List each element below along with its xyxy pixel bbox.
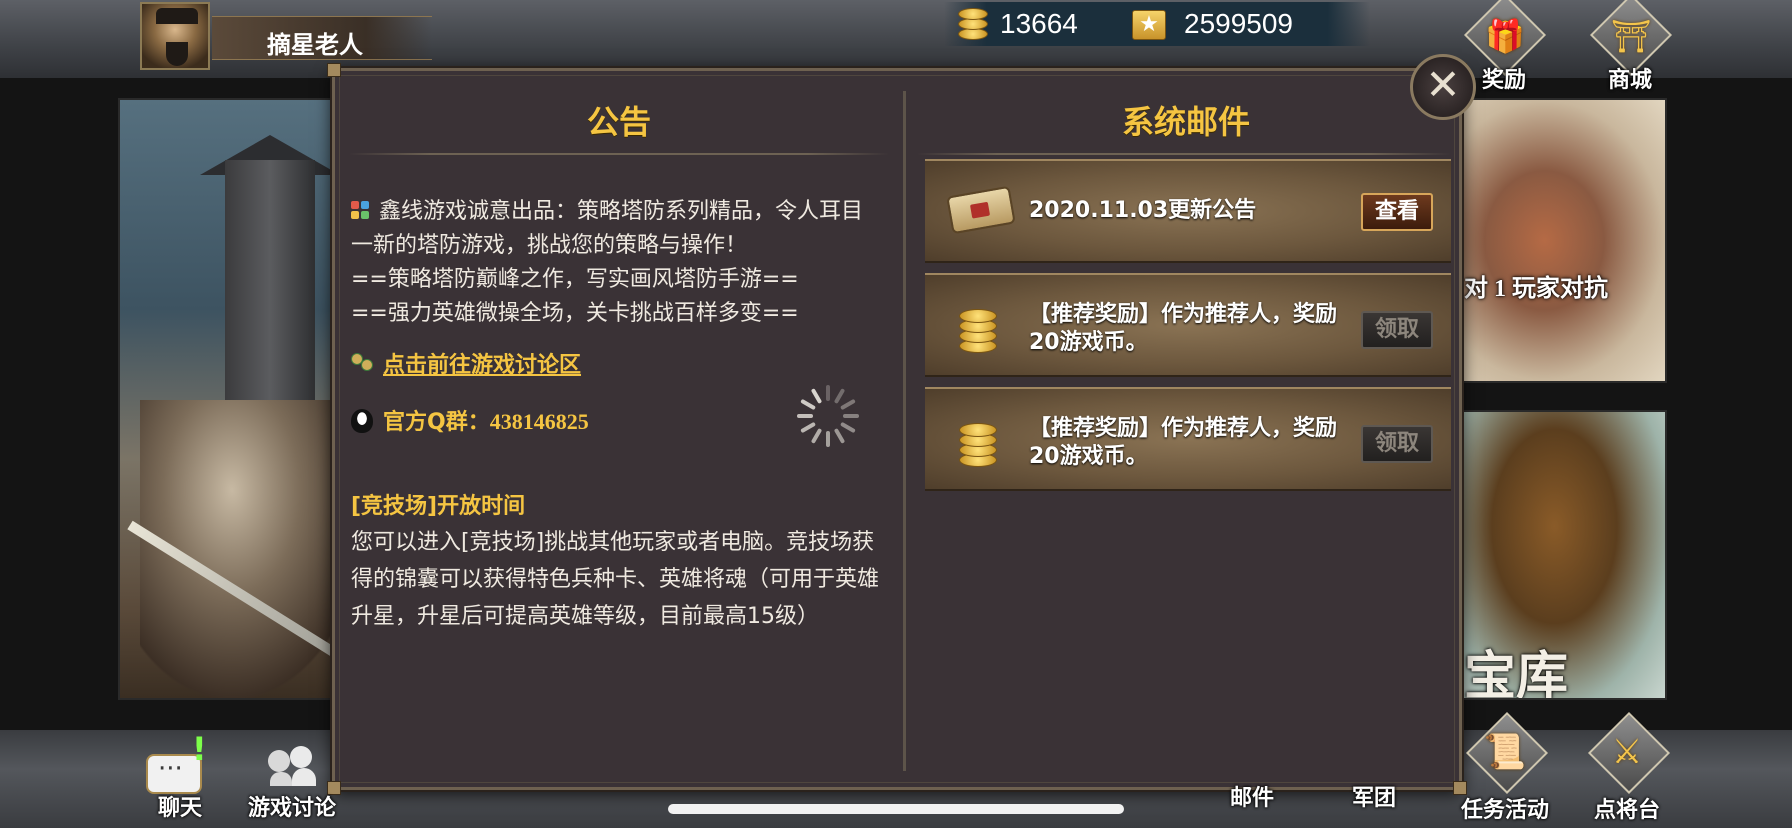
scroll-icon: [946, 185, 1016, 235]
shop-button[interactable]: ⛩ 商城: [1580, 0, 1680, 94]
claim-button[interactable]: 领取: [1361, 311, 1433, 349]
announcement-body[interactable]: 鑫线游戏诚意出品：策略塔防系列精品，令人耳目一新的塔防游戏，挑战您的策略与操作！…: [351, 195, 881, 761]
star-icon: ★: [1132, 10, 1166, 40]
coins-icon: [959, 301, 999, 357]
announcement-title: 公告: [586, 103, 651, 141]
pvp-banner[interactable]: 对 1 玩家对抗: [1462, 98, 1667, 383]
scroll-quest-icon: 📜: [1483, 732, 1527, 772]
arena-body: 您可以进入[竞技场]挑战其他玩家或者电脑。竞技场获得的锦囊可以获得特色兵种卡、英…: [351, 530, 880, 629]
mail-title: 系统邮件: [1121, 103, 1250, 141]
forum-people-icon: [351, 353, 375, 375]
spinner-tick: [797, 414, 813, 418]
guild-nav-button[interactable]: 军团: [1324, 780, 1424, 812]
sword-icon: ⚔: [1611, 732, 1643, 772]
announcement-line-2: ==强力英雄微操全场，关卡挑战百样多变==: [351, 301, 799, 326]
panel-divider: [903, 91, 906, 771]
guild-nav-label: 军团: [1351, 786, 1396, 811]
spinner-tick: [839, 398, 856, 411]
announcement-intro: 鑫线游戏诚意出品：策略塔防系列精品，令人耳目一新的塔防游戏，挑战您的策略与操作！: [351, 199, 864, 258]
home-indicator[interactable]: [668, 804, 1124, 814]
spinner-tick: [833, 388, 846, 405]
title-rule: [917, 153, 1451, 155]
spinner-tick: [800, 421, 817, 434]
mail-nav-label: 邮件: [1229, 786, 1274, 811]
alert-icon: !: [192, 730, 207, 768]
shop-label: 商城: [1607, 68, 1652, 93]
title-rule: [349, 153, 889, 155]
gift-icon: 🎁: [1485, 17, 1525, 55]
spinner-tick: [800, 398, 817, 411]
game-discussion-button[interactable]: 游戏讨论: [232, 740, 352, 828]
logo-bullet-icon: [351, 201, 371, 221]
people-icon: [268, 746, 318, 786]
player-name: 摘星老人: [267, 31, 363, 59]
chat-label: 聊天: [157, 796, 202, 821]
qq-penguin-icon: [351, 409, 373, 433]
mail-item[interactable]: 2020.11.03更新公告 查看: [925, 159, 1451, 263]
view-button[interactable]: 查看: [1361, 193, 1433, 231]
spinner-tick: [826, 385, 830, 401]
announcement-line-1: ==策略塔防巅峰之作，写实画风塔防手游==: [351, 267, 799, 292]
claim-button[interactable]: 领取: [1361, 425, 1433, 463]
spinner-tick: [826, 431, 830, 447]
pvp-caption: 对 1 玩家对抗: [1464, 276, 1608, 302]
general-stage-button[interactable]: ⚔ 点将台: [1572, 711, 1682, 828]
loading-spinner-icon: [793, 381, 863, 451]
mail-item-text: 【推荐奖励】作为推荐人，奖励20游戏币。: [1029, 302, 1338, 355]
corner-stud: [327, 63, 341, 77]
spinner-tick: [843, 414, 859, 418]
qq-label: 官方Q群：: [383, 410, 490, 435]
close-dialog-button[interactable]: ✕: [1410, 54, 1476, 120]
coins-value: 13664: [1000, 8, 1078, 39]
coins-icon: [959, 415, 999, 471]
forum-link[interactable]: 点击前往游戏讨论区: [383, 353, 581, 378]
tasks-events-label: 任务活动: [1460, 798, 1549, 823]
mail-item[interactable]: 【推荐奖励】作为推荐人，奖励20游戏币。 领取: [925, 273, 1451, 377]
player-avatar[interactable]: [140, 2, 210, 70]
spinner-tick: [839, 421, 856, 434]
close-icon: ✕: [1425, 60, 1461, 109]
chat-button[interactable]: ! 聊天: [140, 732, 220, 828]
player-name-plate: 摘星老人: [212, 16, 432, 60]
mail-item-text: 【推荐奖励】作为推荐人，奖励20游戏币。: [1029, 416, 1338, 469]
spinner-tick: [810, 427, 823, 444]
hero-banner-art[interactable]: [118, 98, 368, 700]
treasure-caption: 宝库: [1464, 649, 1569, 700]
pavilion-icon: ⛩: [1610, 17, 1652, 55]
mail-item-text: 2020.11.03更新公告: [1029, 198, 1257, 223]
spinner-tick: [833, 427, 846, 444]
coin-icon: [958, 6, 988, 42]
notice-dialog: 公告 系统邮件 鑫线游戏诚意出品：策略塔防系列精品，令人耳目一新的塔防游戏，挑战…: [327, 63, 1467, 795]
mail-nav-button[interactable]: 邮件: [1202, 780, 1302, 812]
forum-link-row[interactable]: 点击前往游戏讨论区: [351, 349, 881, 383]
general-stage-label: 点将台: [1593, 798, 1660, 823]
stars-value: 2599509: [1184, 8, 1294, 39]
game-discussion-label: 游戏讨论: [247, 796, 336, 821]
qq-number: 438146825: [489, 409, 589, 434]
mail-item[interactable]: 【推荐奖励】作为推荐人，奖励20游戏币。 领取: [925, 387, 1451, 491]
spinner-tick: [810, 388, 823, 405]
treasure-banner[interactable]: 宝库: [1462, 410, 1667, 700]
tasks-events-button[interactable]: 📜 任务活动: [1450, 711, 1560, 828]
currency-bar: 13664 ★ 2599509: [944, 2, 1370, 46]
arena-heading: [竞技场]开放时间: [351, 494, 526, 519]
